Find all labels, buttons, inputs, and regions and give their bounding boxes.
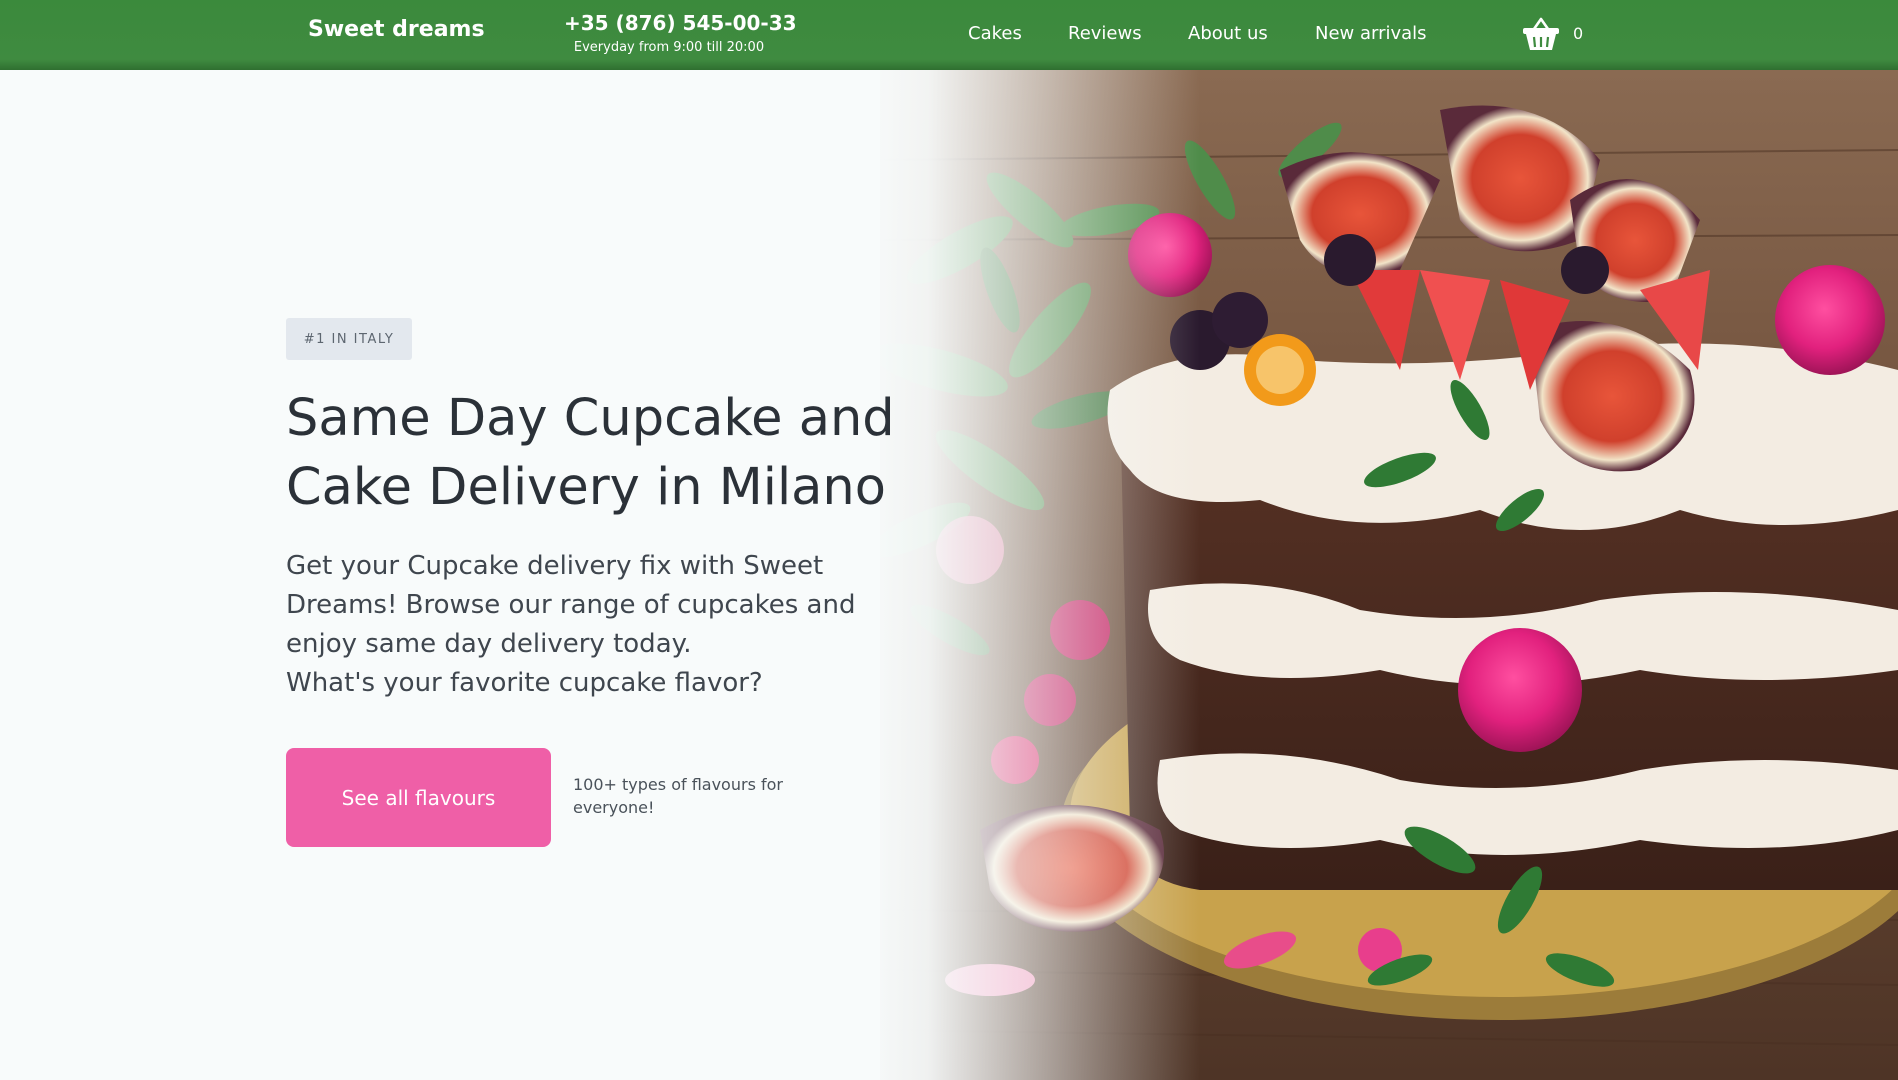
- basket-icon[interactable]: [1521, 15, 1561, 53]
- hero-title: Same Day Cupcake and Cake Delivery in Mi…: [286, 384, 966, 522]
- hero-description-line: enjoy same day delivery today.: [286, 629, 692, 659]
- cart-count-badge: 0: [1573, 24, 1584, 43]
- nav-item-new-arrivals[interactable]: New arrivals: [1315, 23, 1427, 44]
- see-all-flavours-button[interactable]: See all flavours: [286, 748, 551, 847]
- hero-description-line: What's your favorite cupcake flavor?: [286, 668, 763, 698]
- nav-item-about-us[interactable]: About us: [1188, 23, 1268, 44]
- hero-description-line: Get your Cupcake delivery fix with Sweet: [286, 551, 824, 581]
- hero-description-line: Dreams! Browse our range of cupcakes and: [286, 590, 856, 620]
- brand-logo[interactable]: Sweet dreams: [308, 17, 485, 42]
- ranking-badge: #1 IN ITALY: [286, 318, 412, 360]
- flavours-count-note: 100+ types of flavours for everyone!: [573, 775, 783, 817]
- nav-item-cakes[interactable]: Cakes: [968, 23, 1022, 44]
- phone-number[interactable]: +35 (876) 545-00-33: [564, 11, 797, 35]
- nav-item-reviews[interactable]: Reviews: [1068, 23, 1142, 44]
- hero-title-line: Same Day Cupcake and: [286, 389, 895, 448]
- hero-title-line: Cake Delivery in Milano: [286, 458, 886, 517]
- opening-hours: Everyday from 9:00 till 20:00: [573, 40, 765, 55]
- hero-description: Get your Cupcake delivery fix with Sweet…: [286, 547, 926, 703]
- top-navigation-bar: Sweet dreams +35 (876) 545-00-33 Everyda…: [0, 0, 1898, 70]
